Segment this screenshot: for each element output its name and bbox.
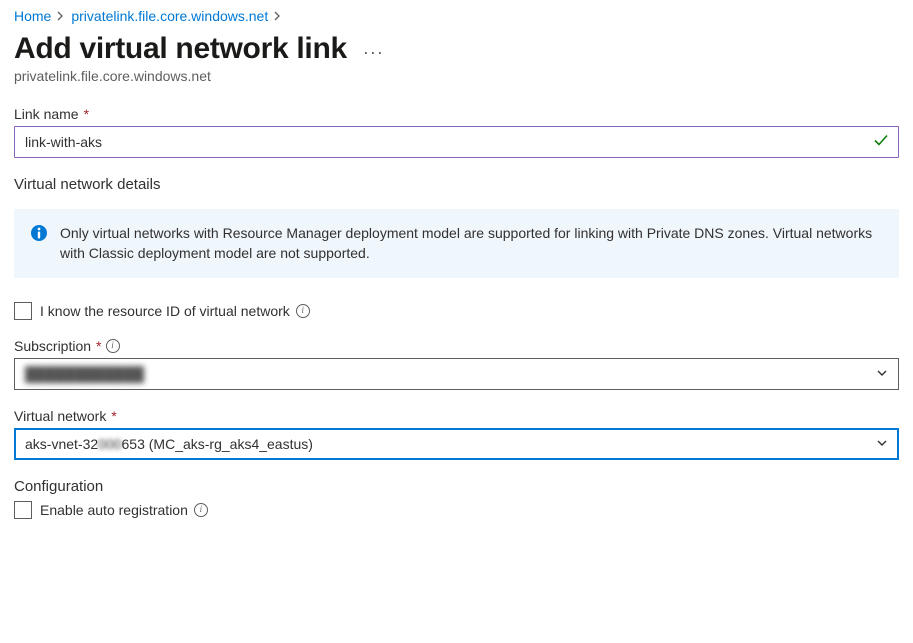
subscription-value: ████████████	[25, 366, 144, 382]
heading-configuration: Configuration	[14, 478, 899, 495]
info-banner: Only virtual networks with Resource Mana…	[14, 209, 899, 278]
info-help-icon[interactable]: i	[106, 339, 120, 353]
info-help-icon[interactable]: i	[296, 304, 310, 318]
info-icon	[30, 224, 48, 242]
chevron-down-icon	[876, 436, 888, 452]
know-resource-id-checkbox[interactable]	[14, 302, 32, 320]
info-banner-text: Only virtual networks with Resource Mana…	[60, 223, 883, 264]
know-resource-id-label[interactable]: I know the resource ID of virtual networ…	[40, 303, 310, 319]
chevron-right-icon	[57, 9, 65, 24]
virtual-network-select[interactable]: aks-vnet-32000653 (MC_aks-rg_aks4_eastus…	[14, 428, 899, 460]
label-virtual-network: Virtual network*	[14, 408, 899, 424]
enable-auto-registration-label[interactable]: Enable auto registration i	[40, 502, 208, 518]
label-link-name: Link name*	[14, 106, 899, 122]
breadcrumb-zone[interactable]: privatelink.file.core.windows.net	[71, 8, 268, 24]
chevron-right-icon	[274, 9, 282, 24]
chevron-down-icon	[876, 366, 888, 382]
heading-vnet-details: Virtual network details	[14, 176, 899, 193]
breadcrumb: Home privatelink.file.core.windows.net	[14, 8, 899, 24]
label-subscription: Subscription* i	[14, 338, 899, 354]
info-help-icon[interactable]: i	[194, 503, 208, 517]
enable-auto-registration-checkbox[interactable]	[14, 501, 32, 519]
link-name-input[interactable]	[14, 126, 899, 158]
virtual-network-value: aks-vnet-32000653 (MC_aks-rg_aks4_eastus…	[25, 436, 313, 452]
subscription-select[interactable]: ████████████	[14, 358, 899, 390]
page-subtitle: privatelink.file.core.windows.net	[14, 68, 899, 84]
breadcrumb-home[interactable]: Home	[14, 8, 51, 24]
more-icon[interactable]: ···	[363, 36, 384, 63]
page-title: Add virtual network link	[14, 32, 347, 66]
